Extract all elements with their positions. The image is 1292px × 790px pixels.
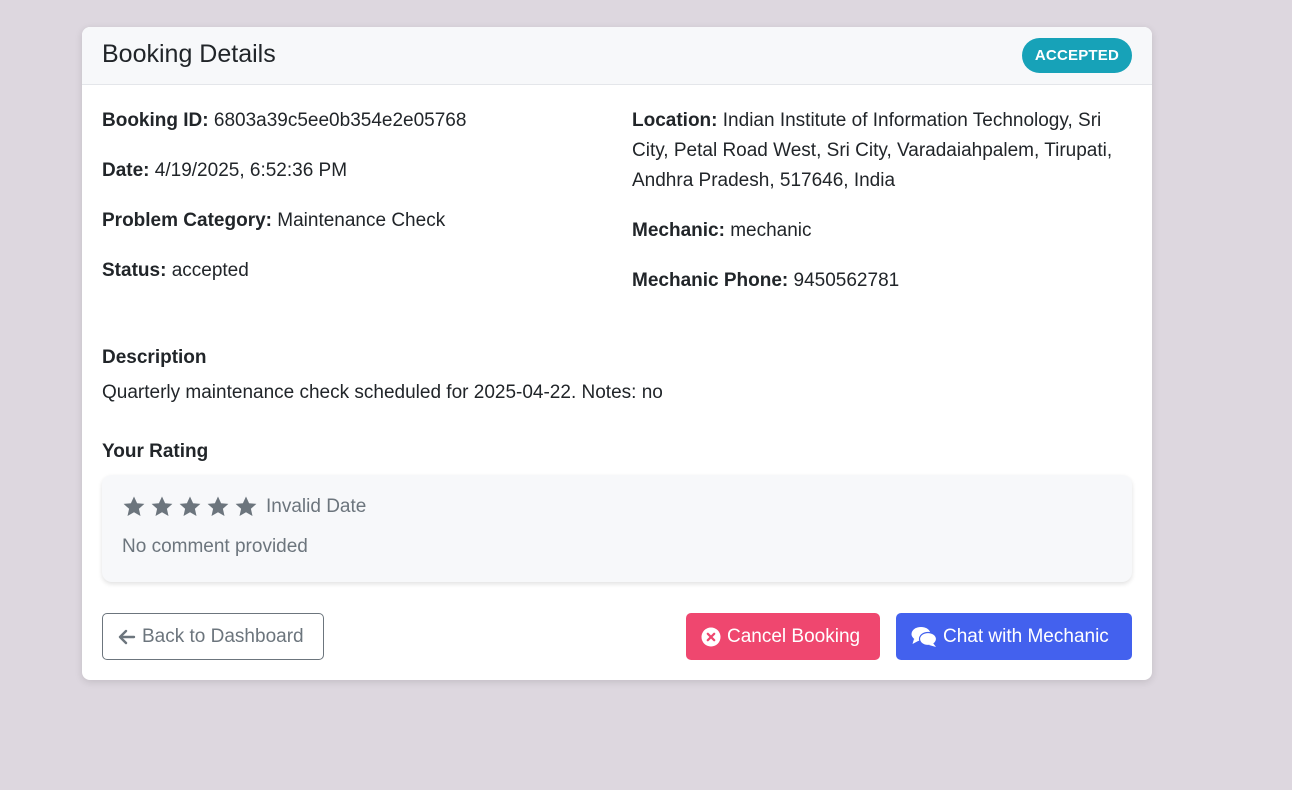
rating-heading: Your Rating — [102, 441, 209, 462]
date-field: Date: 4/19/2025, 6:52:36 PM — [102, 156, 602, 186]
times-circle-icon — [701, 627, 721, 646]
mechanic-label: Mechanic: — [632, 220, 725, 241]
status-label: Status: — [102, 260, 167, 281]
date-label: Date: — [102, 160, 150, 181]
comments-icon — [911, 626, 937, 647]
back-button-label: Back to Dashboard — [142, 625, 304, 647]
arrow-left-icon — [118, 629, 136, 644]
mechanic-field: Mechanic: mechanic — [632, 216, 1132, 246]
star-icon — [235, 496, 257, 516]
rating-date: Invalid Date — [266, 496, 367, 517]
description-text: Quarterly maintenance check scheduled fo… — [102, 382, 663, 403]
star-icon — [151, 496, 173, 516]
rating-comment: No comment provided — [122, 536, 308, 557]
problem-category-label: Problem Category: — [102, 210, 272, 231]
mechanic-phone-label: Mechanic Phone: — [632, 270, 789, 291]
mechanic-phone-value: 9450562781 — [793, 270, 900, 291]
cancel-booking-button[interactable]: Cancel Booking — [686, 613, 880, 660]
description-heading: Description — [102, 347, 207, 368]
mechanic-phone-field: Mechanic Phone: 9450562781 — [632, 266, 1132, 296]
page-title: Booking Details — [102, 40, 276, 68]
date-value: 4/19/2025, 6:52:36 PM — [154, 160, 348, 181]
star-icon — [123, 496, 145, 516]
cancel-button-label: Cancel Booking — [727, 625, 861, 647]
star-icon — [179, 496, 201, 516]
card-header: Booking Details ACCEPTED — [82, 27, 1152, 85]
star-rating — [122, 495, 262, 519]
chat-button-label: Chat with Mechanic — [943, 625, 1109, 647]
rating-box: Invalid Date No comment provided — [102, 475, 1132, 582]
booking-details-card: Booking Details ACCEPTED Booking ID: 680… — [82, 27, 1152, 680]
location-label: Location: — [632, 110, 718, 131]
mechanic-value: mechanic — [730, 220, 812, 241]
star-icon — [207, 496, 229, 516]
problem-category-field: Problem Category: Maintenance Check — [102, 206, 602, 236]
status-badge: ACCEPTED — [1021, 38, 1132, 73]
chat-with-mechanic-button[interactable]: Chat with Mechanic — [896, 613, 1132, 660]
booking-id-field: Booking ID: 6803a39c5ee0b354e2e05768 — [102, 106, 602, 136]
status-field: Status: accepted — [102, 256, 602, 286]
location-field: Location: Indian Institute of Informatio… — [632, 106, 1132, 196]
booking-id-label: Booking ID: — [102, 110, 209, 131]
problem-category-value: Maintenance Check — [277, 210, 446, 231]
booking-id-value: 6803a39c5ee0b354e2e05768 — [213, 110, 467, 131]
back-to-dashboard-button[interactable]: Back to Dashboard — [102, 613, 324, 660]
status-value: accepted — [171, 260, 249, 281]
